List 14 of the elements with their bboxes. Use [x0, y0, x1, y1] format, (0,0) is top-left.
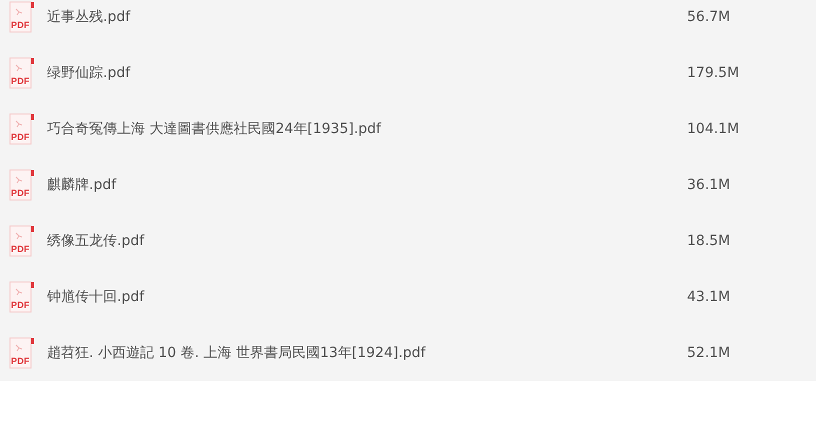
file-size: 52.1M — [687, 345, 730, 361]
file-size: 18.5M — [687, 233, 730, 249]
file-name[interactable]: 绣像五龙传.pdf — [47, 232, 687, 250]
file-name[interactable]: 巧合奇冤傳上海 大達圖書供應社民國24年[1935].pdf — [47, 120, 687, 138]
file-name[interactable]: 麒麟牌.pdf — [47, 176, 687, 194]
file-name[interactable]: 趙苕狂. 小西遊記 10 卷. 上海 世界書局民國13年[1924].pdf — [47, 344, 687, 362]
file-size: 43.1M — [687, 289, 730, 305]
file-size: 36.1M — [687, 177, 730, 193]
file-name[interactable]: 近事丛残.pdf — [47, 8, 687, 26]
file-size: 56.7M — [687, 9, 730, 25]
file-size: 104.1M — [687, 121, 740, 137]
file-size: 179.5M — [687, 65, 740, 81]
file-name[interactable]: 绿野仙踪.pdf — [47, 64, 687, 82]
file-name[interactable]: 钟馗传十回.pdf — [47, 288, 687, 306]
